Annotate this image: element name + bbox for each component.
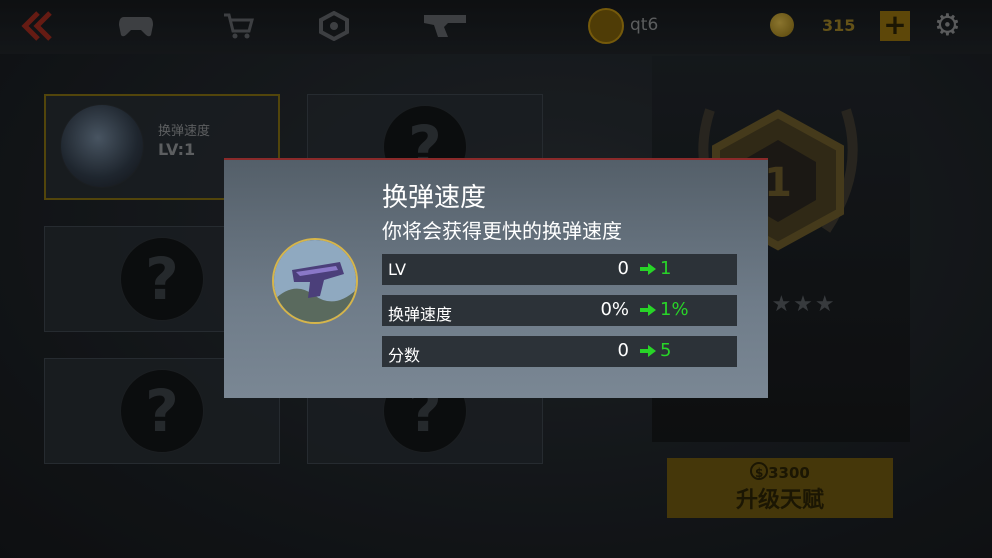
modal-description: 你将会获得更快的换弹速度 [382,219,622,243]
stat-label: LV [388,260,407,279]
modal-title: 换弹速度 [382,183,487,213]
arrow-right-icon [640,345,656,357]
arrow-right-icon [640,304,656,316]
talent-gun-icon [272,238,358,324]
stat-row-reload-speed: 换弹速度 0% 1% [382,295,737,326]
stat-old-value: 0% [600,299,629,320]
stat-label: 换弹速度 [388,305,453,324]
stat-label: 分数 [388,346,421,365]
talent-info-modal: 换弹速度 你将会获得更快的换弹速度 LV 0 1 换弹速度 0% 1% 分数 0… [224,158,768,398]
stat-row-level: LV 0 1 [382,254,737,285]
stat-new-value: 1 [660,258,672,279]
stat-old-value: 0 [617,340,629,361]
arrow-right-icon [640,263,656,275]
stat-new-value: 5 [660,340,672,361]
stat-old-value: 0 [617,258,629,279]
stat-row-score: 分数 0 5 [382,336,737,367]
stat-new-value: 1% [660,299,689,320]
